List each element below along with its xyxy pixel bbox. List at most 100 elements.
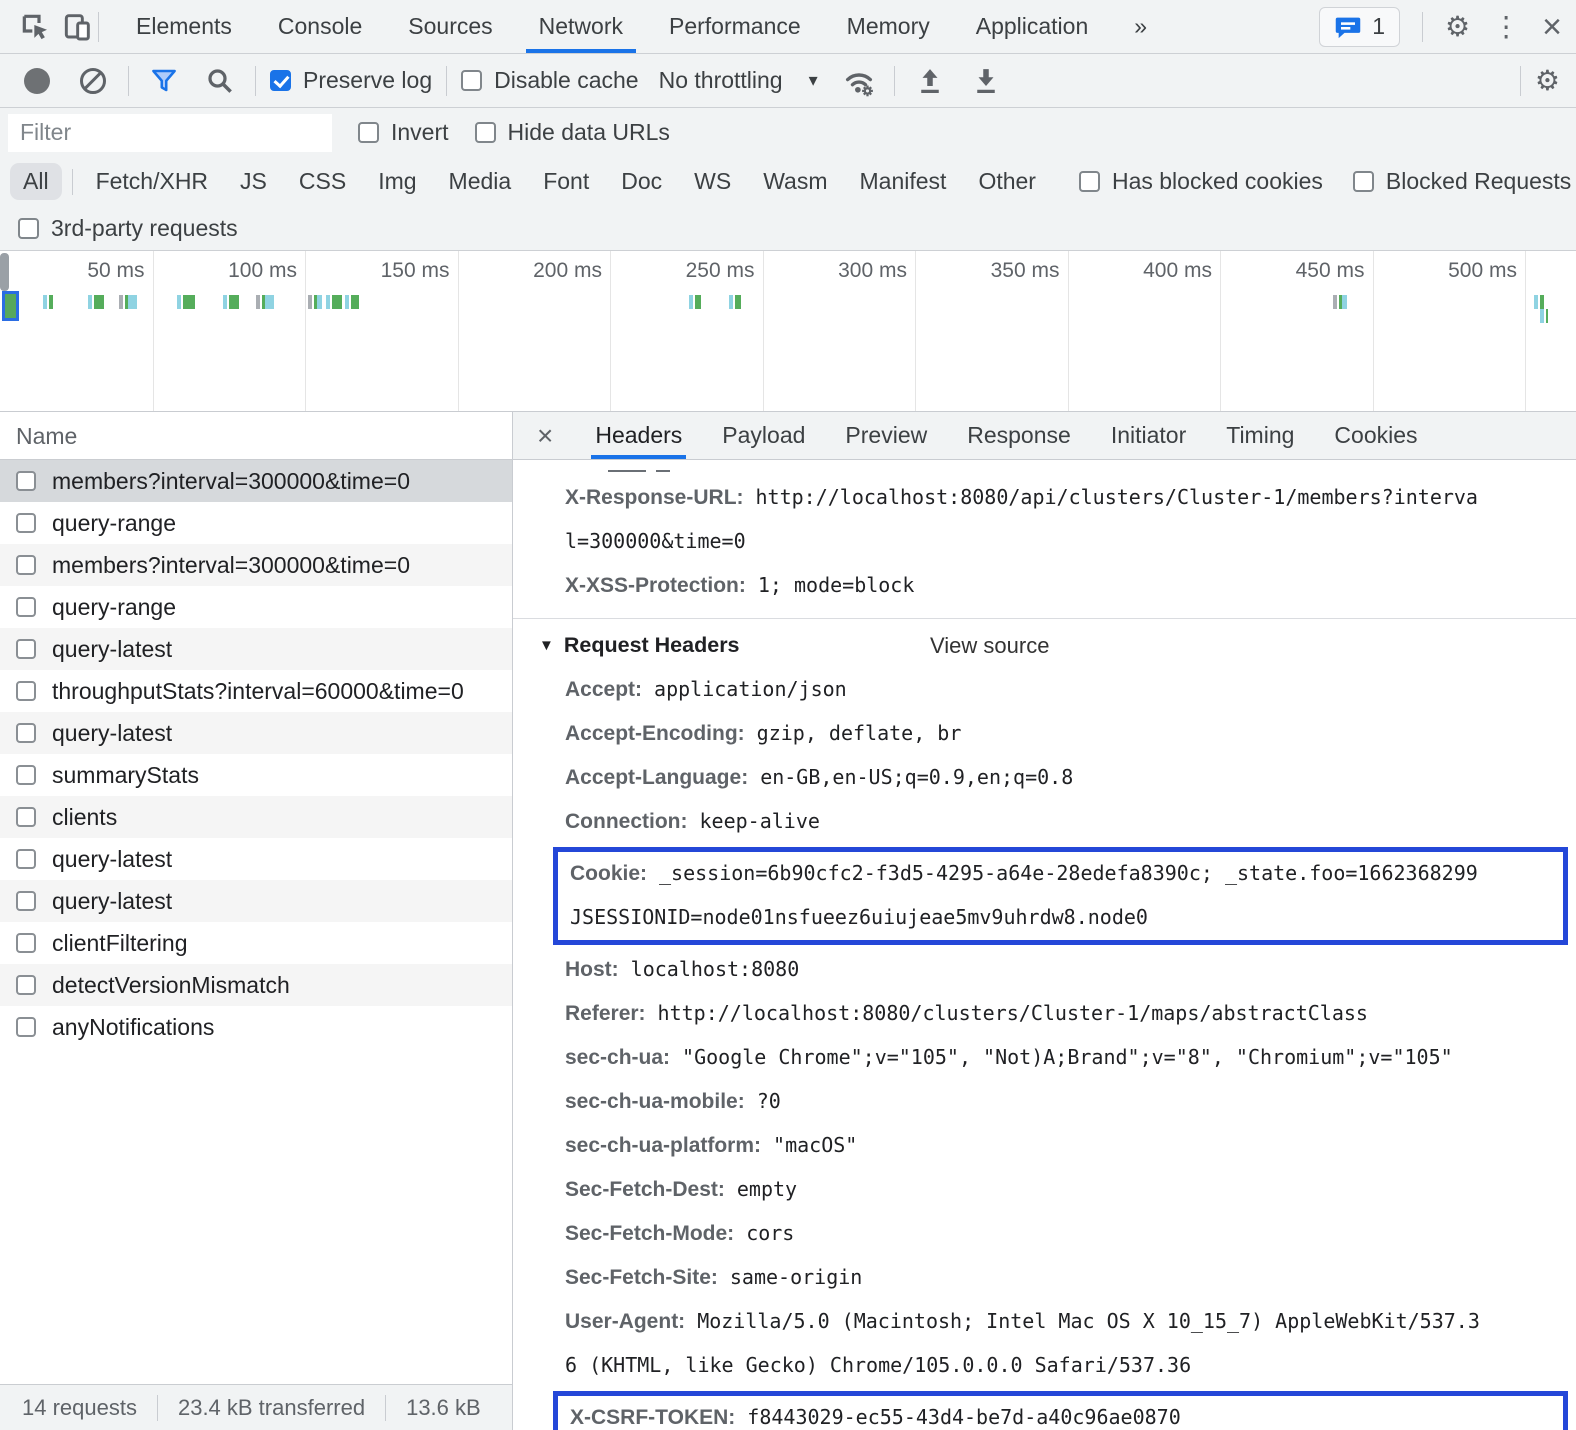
request-row[interactable]: query-latest <box>0 838 512 880</box>
request-checkbox[interactable] <box>16 723 36 743</box>
type-filter-all[interactable]: All <box>10 163 62 200</box>
has-blocked-cookies-checkbox[interactable] <box>1079 171 1100 192</box>
search-icon[interactable] <box>199 60 241 102</box>
settings-gear-icon[interactable]: ⚙ <box>1445 13 1470 41</box>
type-filter-doc[interactable]: Doc <box>608 163 675 200</box>
type-filter-fetch-xhr[interactable]: Fetch/XHR <box>83 163 221 200</box>
filter-input[interactable] <box>8 114 332 152</box>
issues-badge[interactable]: 1 <box>1319 7 1400 47</box>
request-row[interactable]: clients <box>0 796 512 838</box>
waterfall-bar[interactable] <box>308 295 322 309</box>
blocked-requests-toggle[interactable]: Blocked Requests <box>1353 168 1571 195</box>
network-overview-timeline[interactable]: 50 ms100 ms150 ms200 ms250 ms300 ms350 m… <box>0 251 1576 412</box>
record-network-log-button[interactable] <box>24 68 50 94</box>
request-row[interactable]: throughputStats?interval=60000&time=0 <box>0 670 512 712</box>
request-checkbox[interactable] <box>16 891 36 911</box>
detail-tab-cookies[interactable]: Cookies <box>1334 412 1417 459</box>
request-checkbox[interactable] <box>16 1017 36 1037</box>
network-conditions-icon[interactable] <box>838 60 880 102</box>
request-row[interactable]: query-latest <box>0 712 512 754</box>
filter-funnel-icon[interactable] <box>143 60 185 102</box>
detail-tab-initiator[interactable]: Initiator <box>1111 412 1186 459</box>
network-settings-gear-icon[interactable]: ⚙ <box>1535 67 1560 95</box>
request-row[interactable]: anyNotifications <box>0 1006 512 1048</box>
blocked-requests-checkbox[interactable] <box>1353 171 1374 192</box>
request-row[interactable]: clientFiltering <box>0 922 512 964</box>
request-checkbox[interactable] <box>16 513 36 533</box>
tab-network[interactable]: Network <box>516 0 646 53</box>
section-title[interactable]: Request Headers <box>564 633 740 657</box>
import-har-icon[interactable] <box>909 60 951 102</box>
disclosure-triangle-icon[interactable]: ▼ <box>539 637 554 654</box>
detail-tab-timing[interactable]: Timing <box>1226 412 1294 459</box>
waterfall-bar[interactable] <box>689 295 701 309</box>
tab-sources[interactable]: Sources <box>385 0 515 53</box>
request-row[interactable]: members?interval=300000&time=0 <box>0 544 512 586</box>
type-filter-media[interactable]: Media <box>436 163 525 200</box>
more-tabs-icon[interactable]: » <box>1111 0 1170 53</box>
waterfall-bar[interactable] <box>177 295 195 309</box>
detail-tab-payload[interactable]: Payload <box>722 412 805 459</box>
waterfall-bar[interactable] <box>1333 295 1347 309</box>
disable-cache-toggle[interactable]: Disable cache <box>461 67 638 94</box>
type-filter-other[interactable]: Other <box>965 163 1049 200</box>
preserve-log-checkbox[interactable] <box>270 70 291 91</box>
request-checkbox[interactable] <box>16 555 36 575</box>
type-filter-manifest[interactable]: Manifest <box>847 163 960 200</box>
export-har-icon[interactable] <box>965 60 1007 102</box>
view-source-link[interactable]: View source <box>930 633 1049 659</box>
waterfall-bar[interactable] <box>729 295 741 309</box>
request-row[interactable]: summaryStats <box>0 754 512 796</box>
detail-tab-headers[interactable]: Headers <box>595 412 682 459</box>
request-checkbox[interactable] <box>16 975 36 995</box>
request-row[interactable]: query-latest <box>0 880 512 922</box>
type-filter-ws[interactable]: WS <box>681 163 744 200</box>
has-blocked-cookies-toggle[interactable]: Has blocked cookies <box>1079 168 1323 195</box>
type-filter-wasm[interactable]: Wasm <box>750 163 840 200</box>
inspect-element-icon[interactable] <box>14 6 56 48</box>
hide-data-urls-checkbox[interactable] <box>475 122 496 143</box>
invert-toggle[interactable]: Invert <box>358 119 449 146</box>
tab-performance[interactable]: Performance <box>646 0 824 53</box>
request-checkbox[interactable] <box>16 597 36 617</box>
waterfall-bar[interactable] <box>223 295 239 309</box>
tab-application[interactable]: Application <box>953 0 1112 53</box>
type-filter-css[interactable]: CSS <box>286 163 359 200</box>
detail-tab-preview[interactable]: Preview <box>845 412 927 459</box>
tab-console[interactable]: Console <box>255 0 385 53</box>
disable-cache-checkbox[interactable] <box>461 70 482 91</box>
request-row[interactable]: detectVersionMismatch <box>0 964 512 1006</box>
tab-memory[interactable]: Memory <box>824 0 953 53</box>
waterfall-bar[interactable] <box>345 295 359 309</box>
name-column-header[interactable]: Name <box>0 412 512 460</box>
device-toolbar-icon[interactable] <box>56 6 98 48</box>
request-checkbox[interactable] <box>16 765 36 785</box>
preserve-log-toggle[interactable]: Preserve log <box>270 67 432 94</box>
waterfall-bar[interactable] <box>256 295 274 309</box>
type-filter-font[interactable]: Font <box>530 163 602 200</box>
request-row[interactable]: query-range <box>0 586 512 628</box>
close-details-icon[interactable]: × <box>537 422 553 450</box>
overview-drag-handle[interactable] <box>0 253 9 291</box>
waterfall-bar[interactable] <box>1534 295 1544 309</box>
request-checkbox[interactable] <box>16 807 36 827</box>
waterfall-bar[interactable] <box>43 295 53 309</box>
tab-elements[interactable]: Elements <box>113 0 255 53</box>
request-row[interactable]: query-latest <box>0 628 512 670</box>
request-row[interactable]: members?interval=300000&time=0 <box>0 460 512 502</box>
request-checkbox[interactable] <box>16 933 36 953</box>
request-checkbox[interactable] <box>16 639 36 659</box>
request-checkbox[interactable] <box>16 681 36 701</box>
type-filter-js[interactable]: JS <box>227 163 280 200</box>
waterfall-bar[interactable] <box>1540 309 1548 323</box>
waterfall-bar[interactable] <box>119 295 137 309</box>
waterfall-bar[interactable] <box>88 295 104 309</box>
request-row[interactable]: query-range <box>0 502 512 544</box>
type-filter-img[interactable]: Img <box>365 163 429 200</box>
waterfall-bar[interactable] <box>326 295 342 309</box>
request-checkbox[interactable] <box>16 471 36 491</box>
request-checkbox[interactable] <box>16 849 36 869</box>
invert-checkbox[interactable] <box>358 122 379 143</box>
throttling-select[interactable]: No throttling ▾ <box>653 67 824 94</box>
selected-request-bar[interactable] <box>2 291 19 321</box>
